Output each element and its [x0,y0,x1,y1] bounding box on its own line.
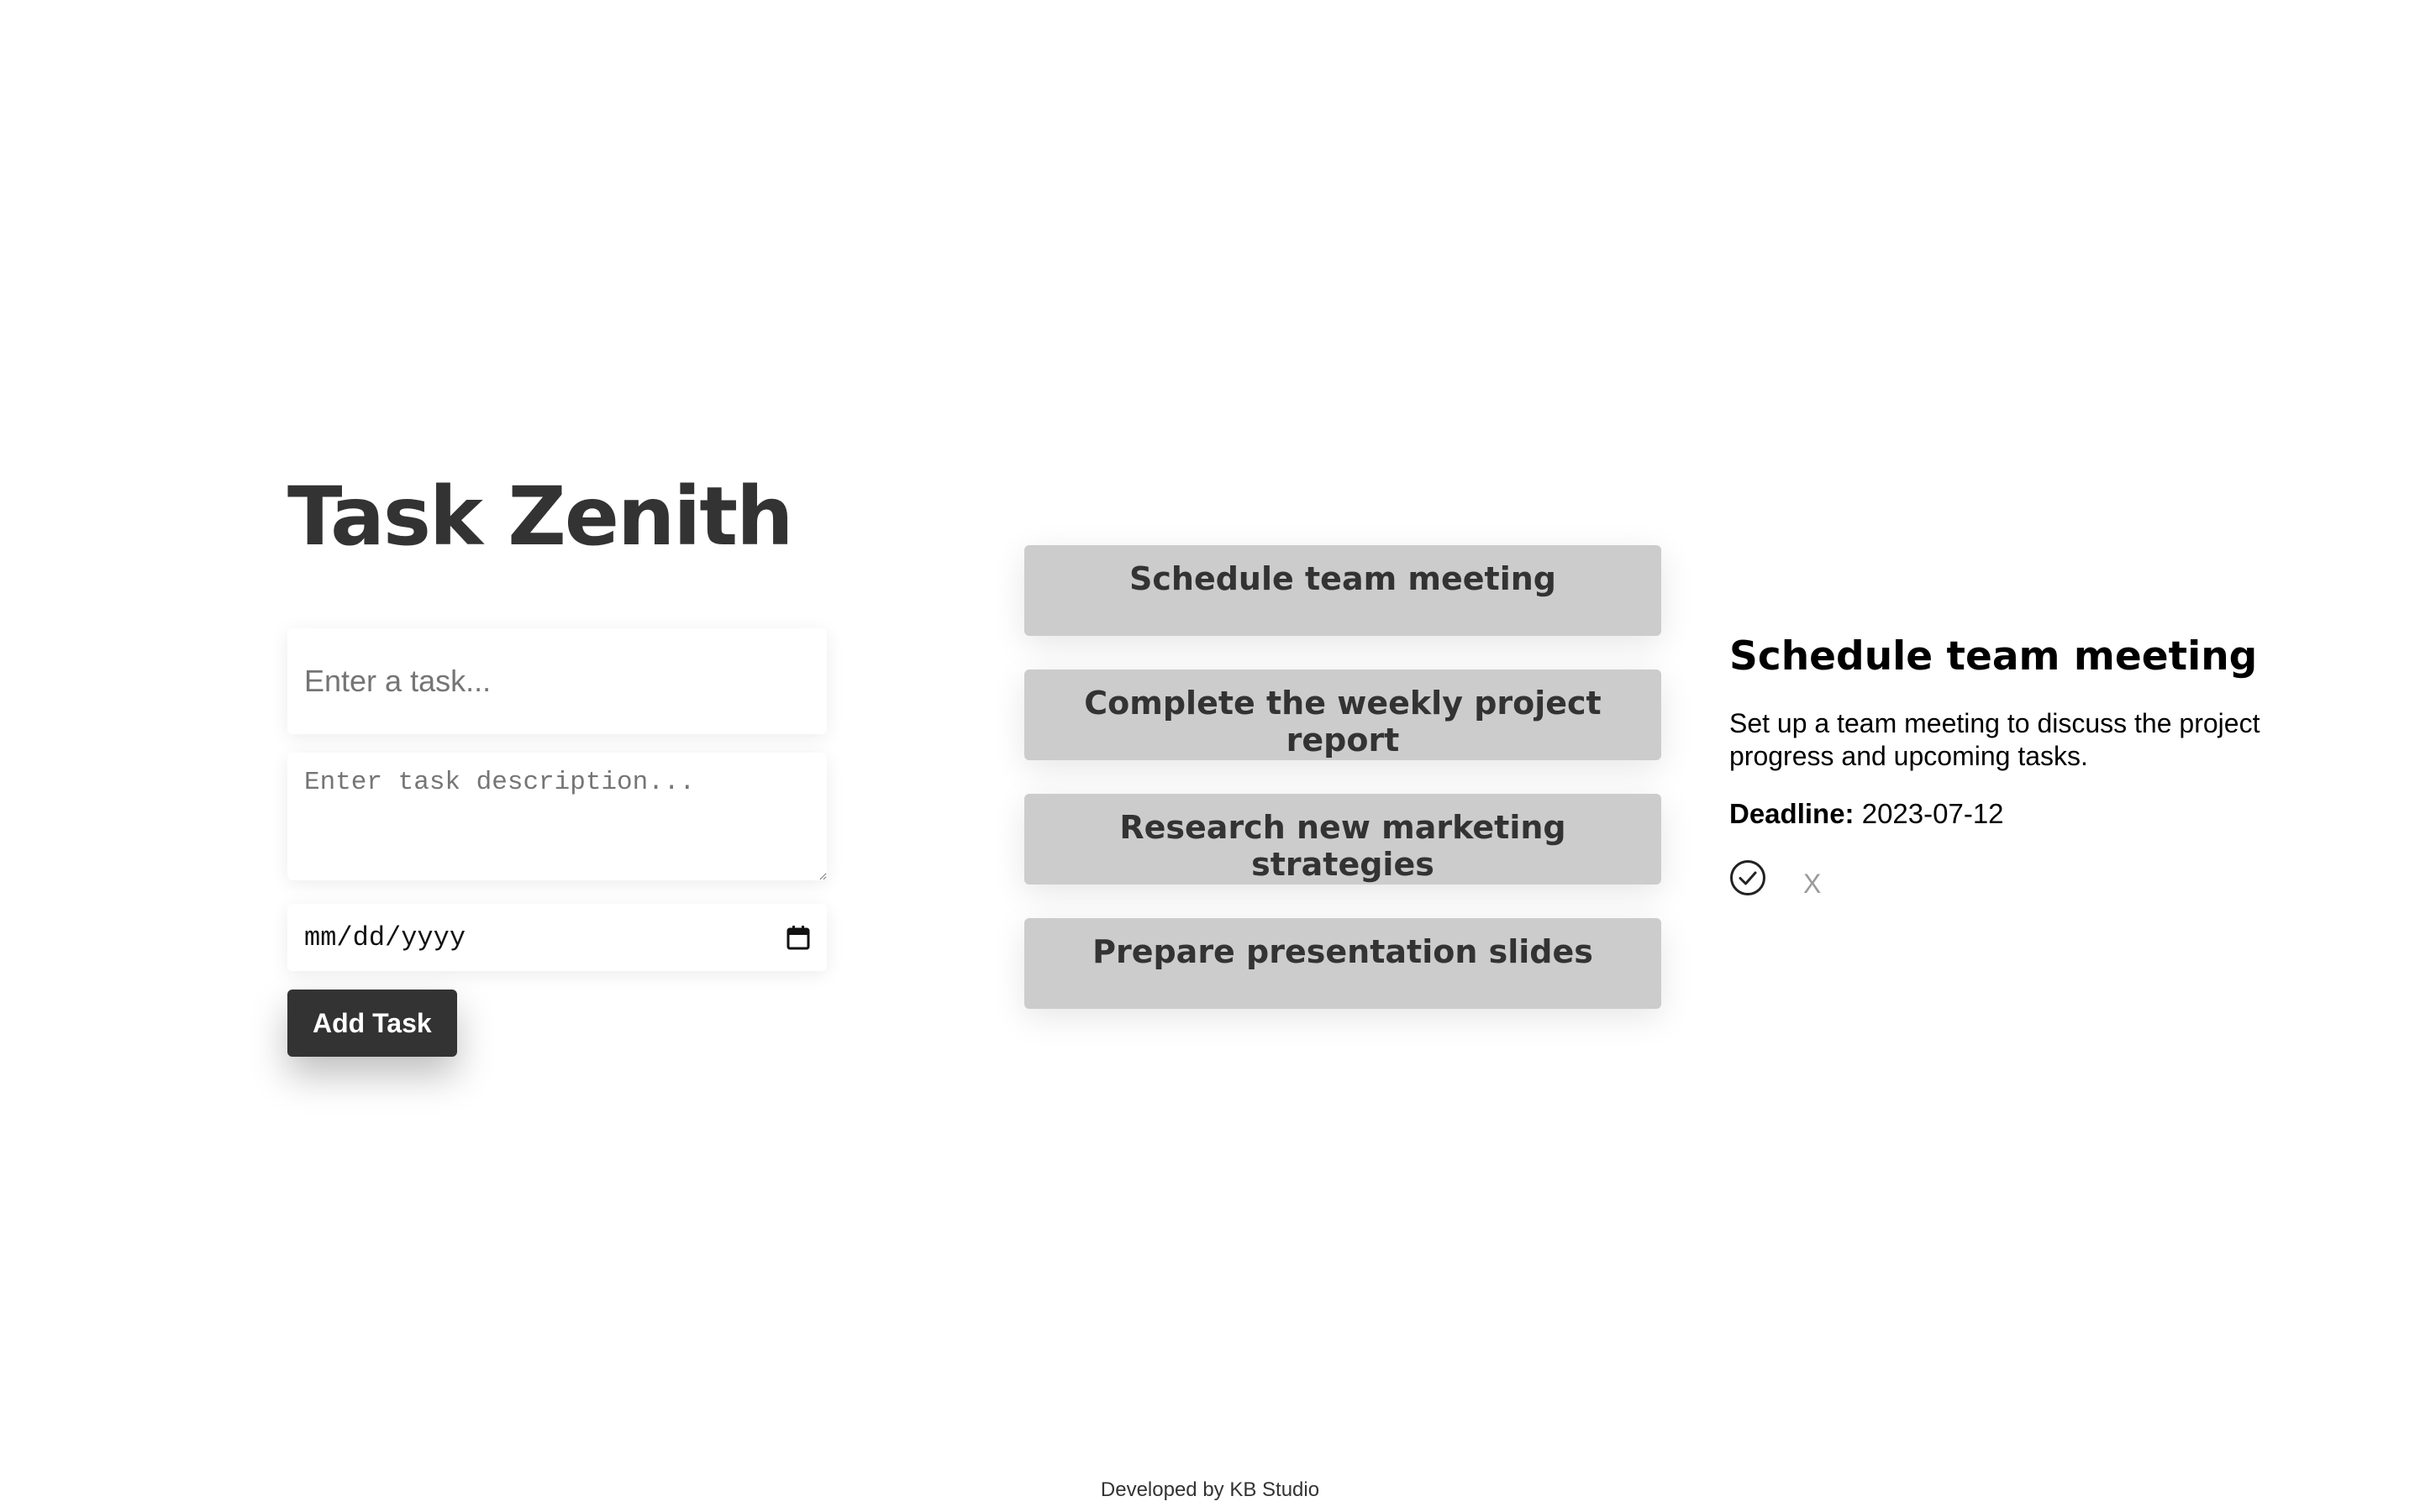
details-actions: X [1729,855,2334,900]
task-item[interactable]: Schedule team meeting [1024,545,1661,636]
task-item[interactable]: Research new marketing strategies [1024,794,1661,885]
details-title: Schedule team meeting [1729,633,2258,680]
app-title: Task Zenith [287,470,794,564]
check-circle-icon[interactable] [1729,859,1766,896]
details-deadline: Deadline: 2023-07-12 [1729,798,2334,830]
task-details: Schedule team meeting Set up a team meet… [1729,632,2334,900]
task-description-input[interactable] [287,753,827,880]
delete-task-button[interactable]: X [1803,869,1821,900]
task-item[interactable]: Prepare presentation slides [1024,918,1661,1009]
details-description: Set up a team meeting to discuss the pro… [1729,708,2260,771]
calendar-icon[interactable] [786,925,810,950]
task-list: Schedule team meeting Complete the weekl… [1024,545,1661,1042]
task-item[interactable]: Complete the weekly project report [1024,669,1661,760]
deadline-date-input[interactable]: mm/dd/yyyy [287,904,827,971]
deadline-label: Deadline: [1729,798,1854,829]
add-task-button[interactable]: Add Task [287,990,457,1057]
footer-credit: Developed by KB Studio [1100,1478,1320,1501]
deadline-value: 2023-07-12 [1861,798,2004,829]
date-placeholder: mm/dd/yyyy [304,921,466,953]
page: Task Zenith mm/dd/yyyy Add Task Schedule… [0,0,2420,1512]
task-form: Task Zenith mm/dd/yyyy Add Task [287,470,827,1057]
task-title-input[interactable] [287,628,827,734]
